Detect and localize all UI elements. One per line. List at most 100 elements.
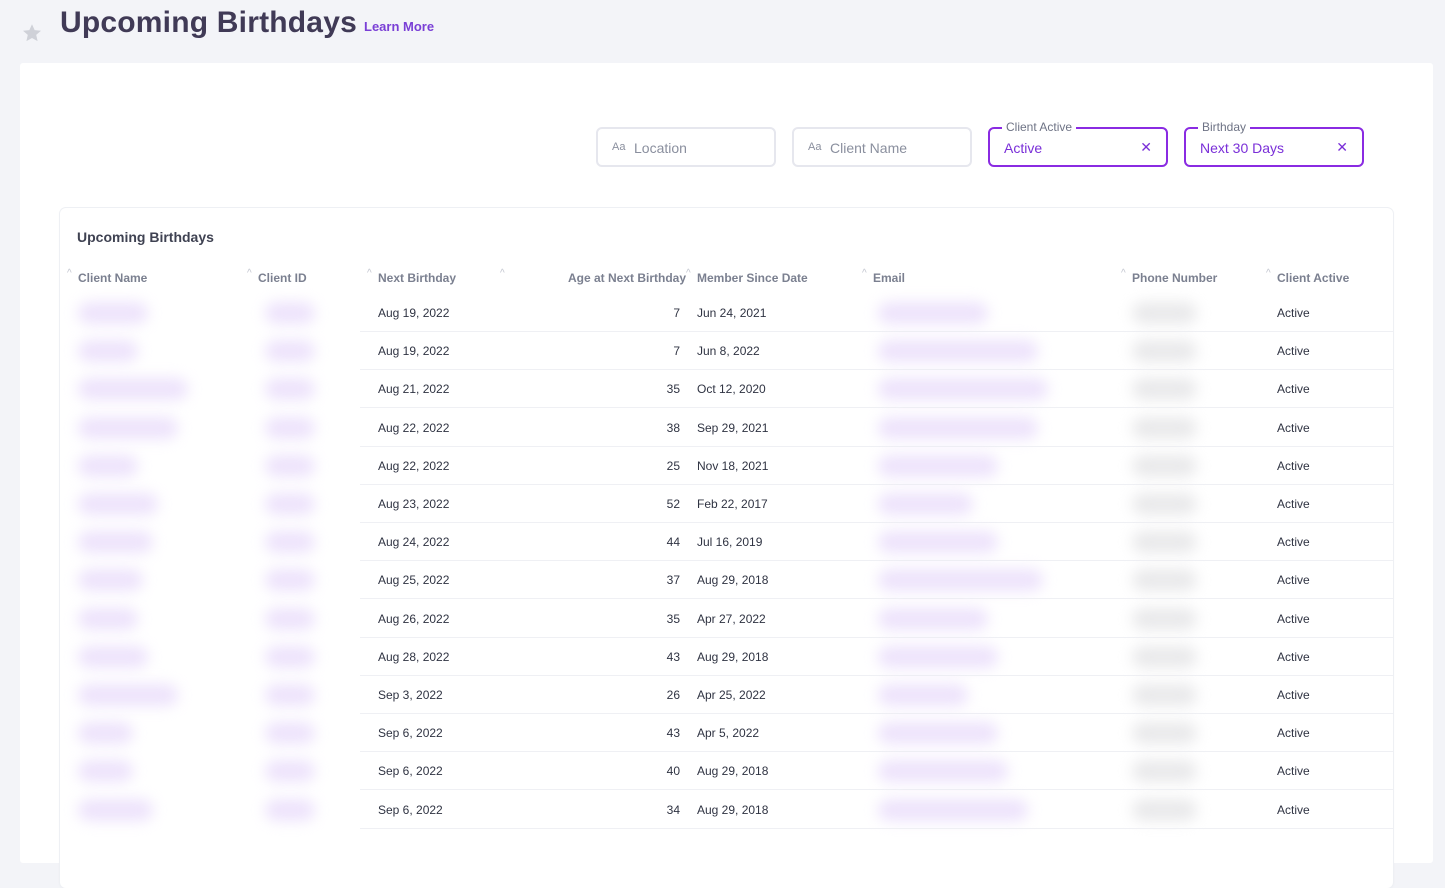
redacted-client-id — [265, 645, 315, 668]
table-row[interactable]: Aug 19, 2022 7 Jun 24, 2021 Active — [60, 294, 1393, 332]
redacted-client-id — [265, 569, 315, 592]
clear-client-active-icon[interactable]: ✕ — [1140, 139, 1152, 156]
member-since-cell: Jul 16, 2019 — [697, 535, 763, 550]
page-header: Upcoming Birthdays Learn More — [0, 0, 1445, 60]
sort-icon[interactable]: ^ — [686, 268, 691, 279]
table-row[interactable]: Sep 6, 2022 34 Aug 29, 2018 Active — [60, 791, 1393, 829]
table-row[interactable]: Aug 24, 2022 44 Jul 16, 2019 Active — [60, 523, 1393, 562]
table-row[interactable]: Aug 22, 2022 38 Sep 29, 2021 Active — [60, 409, 1393, 447]
client-active-cell: Active — [1277, 344, 1310, 359]
redacted-email — [878, 569, 1043, 592]
redacted-phone — [1132, 340, 1197, 363]
next-birthday-cell: Aug 26, 2022 — [378, 611, 450, 626]
table-row[interactable]: Aug 23, 2022 52 Feb 22, 2017 Active — [60, 485, 1393, 523]
redacted-client-id — [265, 760, 315, 783]
column-header-client-active[interactable]: Client Active — [1277, 271, 1349, 285]
redacted-client-name — [78, 684, 178, 706]
redacted-phone — [1132, 416, 1197, 439]
column-header-client-name[interactable]: Client Name — [78, 271, 147, 285]
redacted-email — [878, 760, 1008, 783]
member-since-cell: Jun 8, 2022 — [697, 344, 760, 359]
client-active-filter[interactable]: Client Active Active ✕ — [988, 120, 1168, 167]
redacted-client-name — [78, 493, 158, 515]
redacted-client-id — [265, 798, 315, 821]
next-birthday-cell: Aug 25, 2022 — [378, 573, 450, 588]
table-row[interactable]: Aug 25, 2022 37 Aug 29, 2018 Active — [60, 561, 1393, 600]
next-birthday-cell: Aug 21, 2022 — [378, 382, 450, 397]
client-active-cell: Active — [1277, 382, 1310, 397]
table-row[interactable]: Aug 21, 2022 35 Oct 12, 2020 Active — [60, 370, 1393, 409]
client-active-cell: Active — [1277, 497, 1310, 511]
redacted-client-id — [265, 607, 315, 630]
redacted-client-name — [78, 454, 138, 477]
next-birthday-cell: Aug 22, 2022 — [378, 420, 450, 435]
client-active-cell: Active — [1277, 649, 1310, 664]
table-row[interactable]: Aug 19, 2022 7 Jun 8, 2022 Active — [60, 332, 1393, 371]
redacted-email — [878, 493, 973, 515]
table-title: Upcoming Birthdays — [77, 229, 214, 245]
sort-icon[interactable]: ^ — [500, 268, 505, 279]
member-since-cell: Apr 27, 2022 — [697, 611, 766, 626]
column-header-member-since[interactable]: Member Since Date — [697, 271, 808, 285]
next-birthday-cell: Aug 19, 2022 — [378, 344, 450, 359]
age-cell: 43 — [666, 649, 680, 664]
client-active-cell: Active — [1277, 611, 1310, 626]
age-cell: 38 — [666, 420, 680, 435]
member-since-cell: Aug 29, 2018 — [697, 802, 769, 817]
star-icon[interactable] — [21, 22, 43, 44]
redacted-client-id — [265, 416, 315, 439]
redacted-phone — [1132, 722, 1197, 745]
redacted-email — [878, 722, 998, 745]
redacted-client-id — [265, 340, 315, 363]
redacted-email — [878, 607, 988, 630]
birthday-filter[interactable]: Birthday Next 30 Days ✕ — [1184, 120, 1364, 167]
member-since-cell: Sep 29, 2021 — [697, 420, 769, 435]
member-since-cell: Jun 24, 2021 — [697, 306, 767, 320]
redacted-email — [878, 378, 1048, 401]
table-row[interactable]: Sep 6, 2022 40 Aug 29, 2018 Active — [60, 752, 1393, 791]
next-birthday-cell: Aug 23, 2022 — [378, 497, 450, 511]
column-header-email[interactable]: Email — [873, 271, 905, 285]
column-header-client-id[interactable]: Client ID — [258, 271, 307, 285]
row-divider — [360, 827, 1393, 829]
table-row[interactable]: Sep 6, 2022 43 Apr 5, 2022 Active — [60, 714, 1393, 753]
table-row[interactable]: Aug 26, 2022 35 Apr 27, 2022 Active — [60, 600, 1393, 638]
age-cell: 44 — [666, 535, 680, 550]
learn-more-link[interactable]: Learn More — [364, 19, 434, 34]
redacted-email — [878, 645, 998, 668]
table-row[interactable]: Aug 28, 2022 43 Aug 29, 2018 Active — [60, 638, 1393, 676]
sort-icon[interactable]: ^ — [247, 268, 252, 279]
redacted-client-id — [265, 722, 315, 745]
sort-icon[interactable]: ^ — [1266, 268, 1271, 279]
sort-icon[interactable]: ^ — [862, 268, 867, 279]
table-row[interactable]: Aug 22, 2022 25 Nov 18, 2021 Active — [60, 447, 1393, 485]
report-card: Aa Location Aa Client Name Client Active… — [20, 63, 1433, 888]
sort-icon[interactable]: ^ — [67, 268, 72, 279]
redacted-client-id — [265, 493, 315, 515]
redacted-phone — [1132, 798, 1197, 821]
location-filter[interactable]: Aa Location — [596, 127, 776, 167]
clear-birthday-icon[interactable]: ✕ — [1336, 139, 1348, 156]
next-birthday-cell: Aug 22, 2022 — [378, 458, 450, 473]
sort-icon[interactable]: ^ — [1121, 268, 1126, 279]
next-birthday-cell: Sep 6, 2022 — [378, 802, 443, 817]
redacted-email — [878, 340, 1038, 363]
redacted-phone — [1132, 684, 1197, 706]
redacted-client-id — [265, 531, 315, 554]
table-row[interactable]: Sep 3, 2022 26 Apr 25, 2022 Active — [60, 676, 1393, 714]
redacted-email — [878, 684, 968, 706]
age-cell: 25 — [666, 458, 680, 473]
column-header-next-birthday[interactable]: Next Birthday — [378, 271, 456, 285]
column-header-age[interactable]: Age at Next Birthday — [568, 271, 686, 285]
location-placeholder: Location — [634, 140, 687, 156]
redacted-phone — [1132, 531, 1197, 554]
column-header-phone[interactable]: Phone Number — [1132, 271, 1217, 285]
client-active-cell: Active — [1277, 573, 1310, 588]
redacted-phone — [1132, 645, 1197, 668]
client-active-cell: Active — [1277, 420, 1310, 435]
client-active-cell: Active — [1277, 802, 1310, 817]
sort-icon[interactable]: ^ — [367, 268, 372, 279]
next-birthday-cell: Aug 28, 2022 — [378, 649, 450, 664]
client-name-filter[interactable]: Aa Client Name — [792, 127, 972, 167]
redacted-phone — [1132, 454, 1197, 477]
